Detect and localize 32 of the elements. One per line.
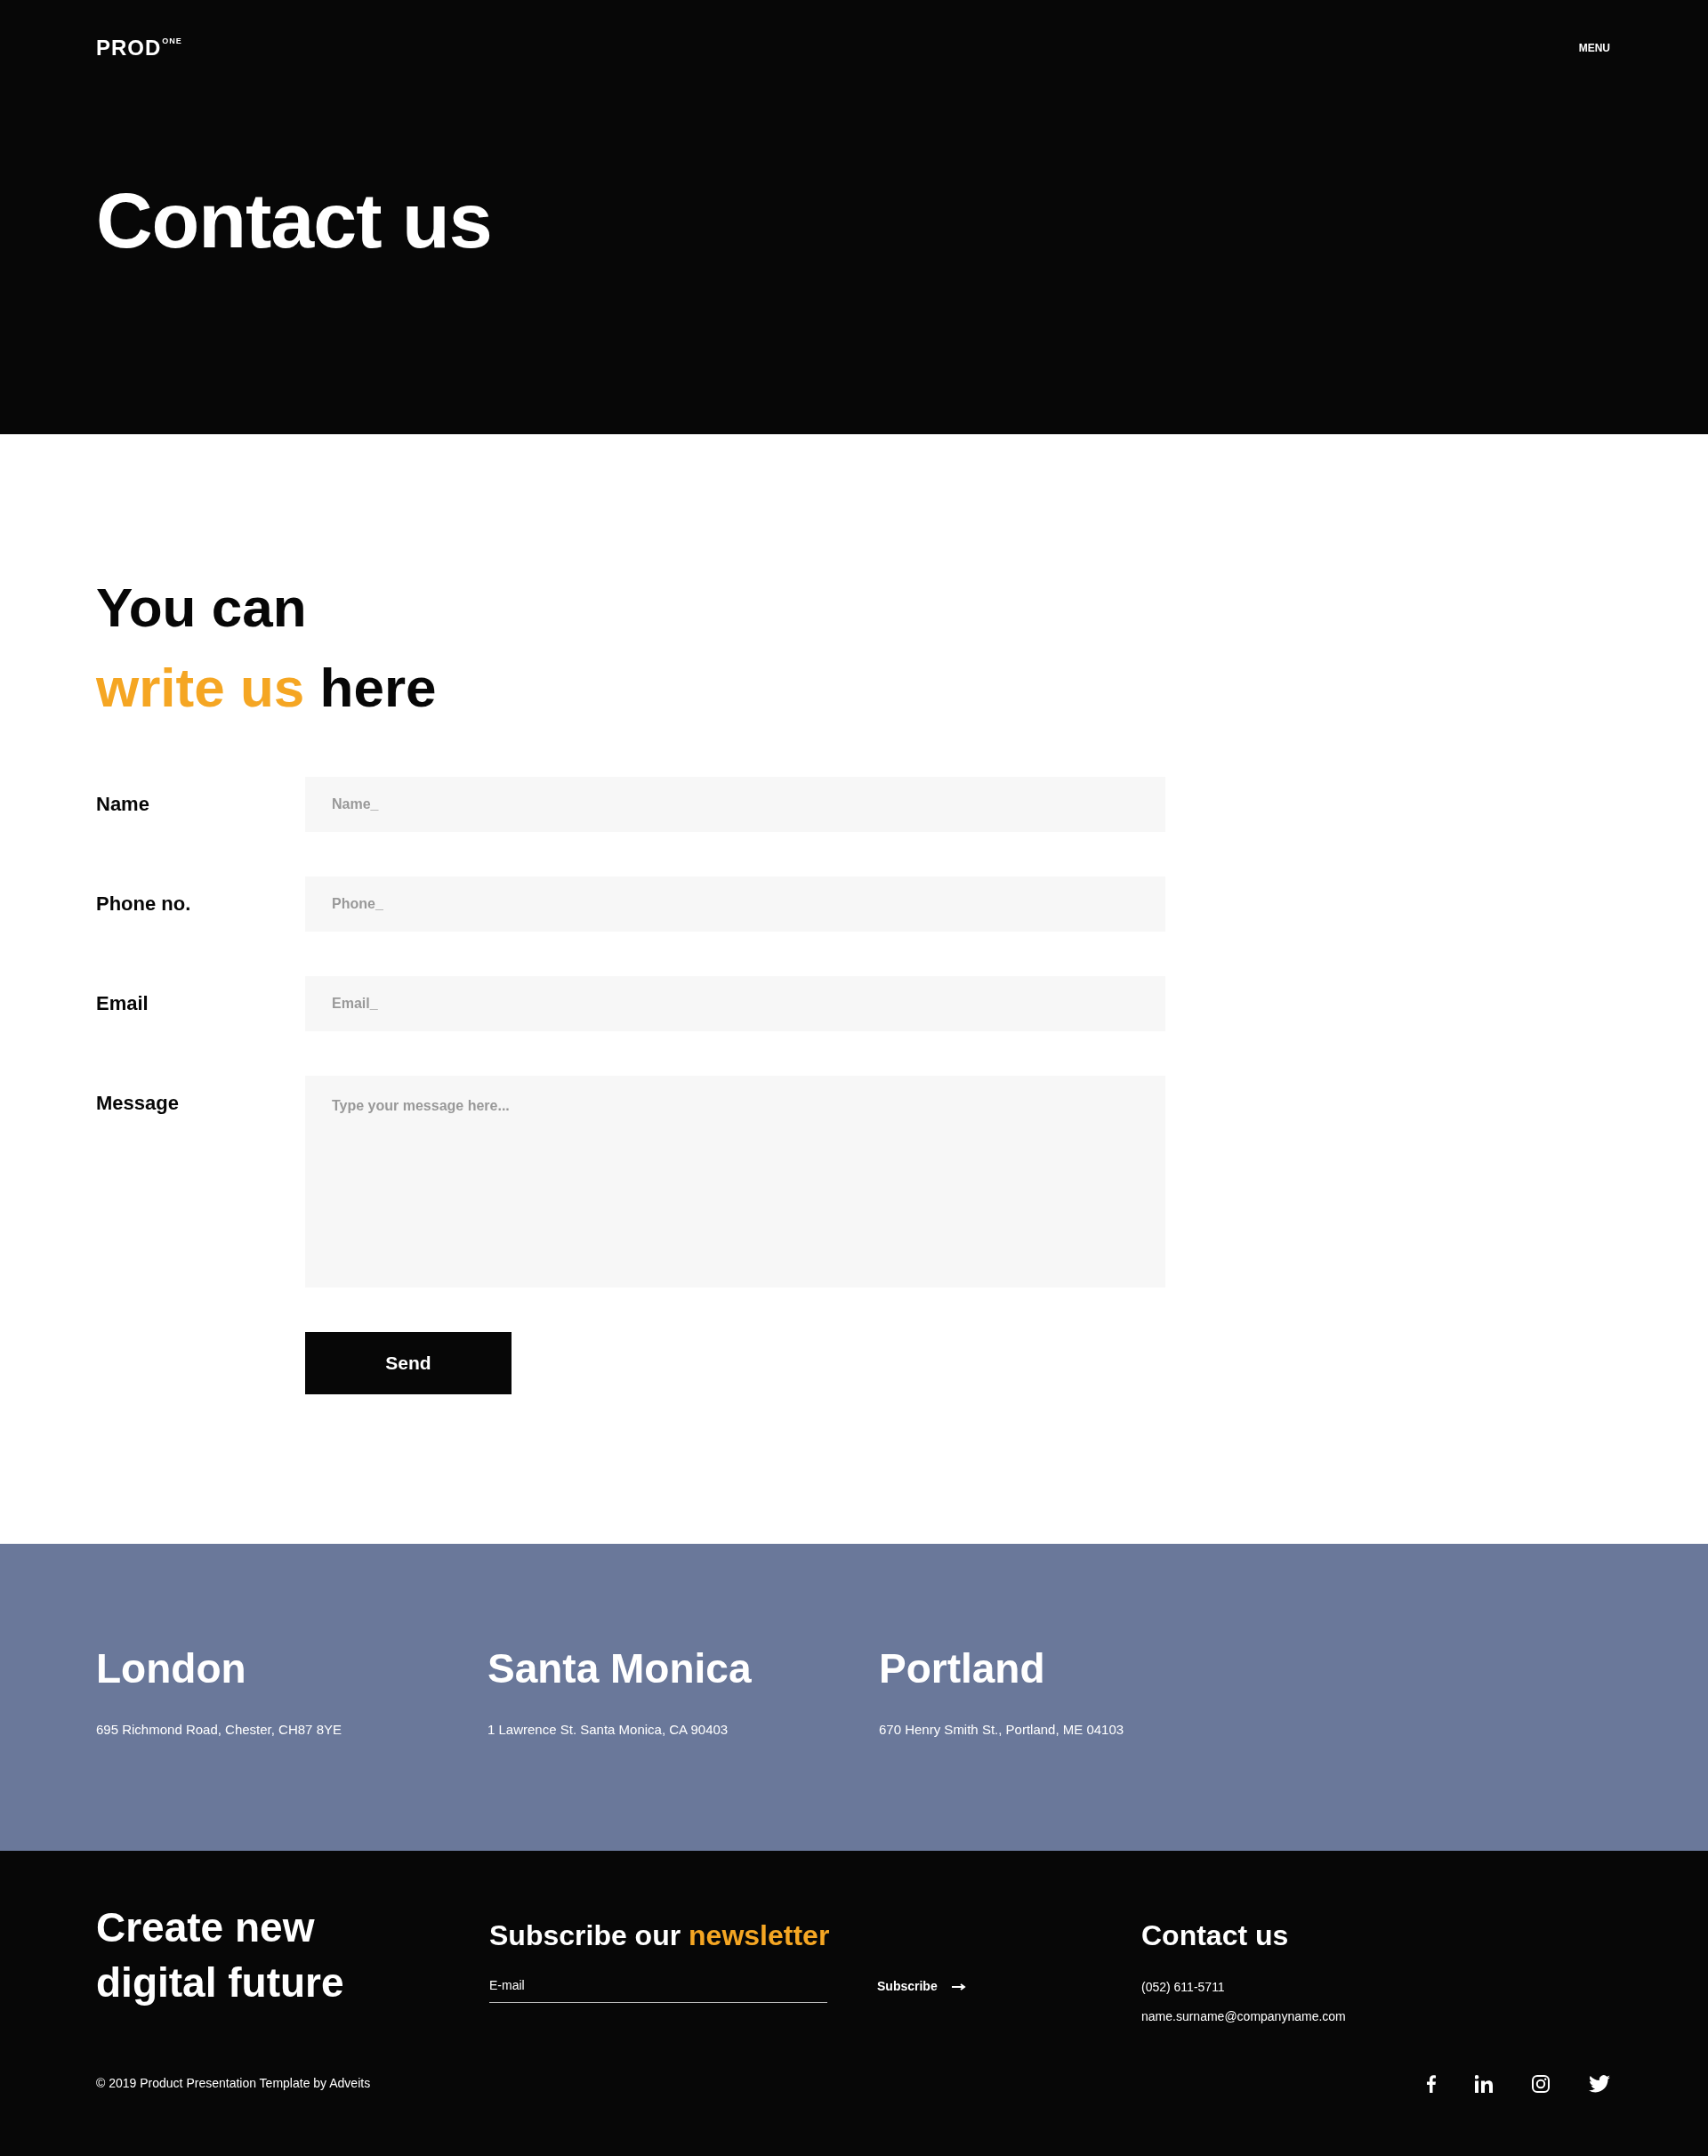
- linkedin-icon[interactable]: [1475, 2072, 1493, 2094]
- city-name: Portland: [879, 1646, 1046, 1692]
- section-heading: You can write us here: [96, 576, 438, 720]
- arrow-icon: [951, 1982, 966, 1990]
- phone-text: (052) 611-5711: [1141, 1979, 1226, 1996]
- newsletter-heading: Subscribe our newsletter: [489, 1918, 831, 1953]
- address-text: 670 Henry Smith St., Portland, ME 04103: [879, 1720, 1124, 1739]
- input-field[interactable]: Email_: [305, 975, 1165, 1031]
- field-label: Phone no.: [96, 891, 192, 917]
- input-field[interactable]: Phone_: [305, 876, 1165, 932]
- newsletter-field[interactable]: E-mail: [489, 1973, 827, 2003]
- footer-slogan: Create new digital future: [96, 1903, 345, 2008]
- subscribe-button[interactable]: Subscribe: [877, 1977, 966, 1996]
- city-name: Santa Monica: [487, 1646, 753, 1692]
- page-title: Contact us: [96, 182, 493, 260]
- city-name: London: [96, 1646, 247, 1692]
- instagram-icon[interactable]: [1532, 2072, 1550, 2094]
- message-field[interactable]: Type your message here...: [305, 1075, 1165, 1288]
- field-label: Email: [96, 990, 149, 1016]
- send-button[interactable]: Send: [305, 1331, 512, 1394]
- logo[interactable]: PROD$^{ONE}$: [96, 32, 182, 64]
- address-text: 695 Richmond Road, Chester, CH87 8YE: [96, 1720, 342, 1739]
- twitter-icon[interactable]: [1589, 2072, 1610, 2094]
- field-label: Name: [96, 791, 150, 817]
- facebook-icon[interactable]: [1427, 2072, 1436, 2094]
- contact-heading: Contact us: [1141, 1918, 1290, 1953]
- menu-link[interactable]: MENU: [1578, 40, 1610, 56]
- email-text: name.surname@companyname.com: [1141, 2008, 1346, 2025]
- input-field[interactable]: Name_: [305, 776, 1165, 832]
- copyright-text: © 2019 Product Presentation Template by Adveits: [96, 2074, 371, 2092]
- field-label: Message: [96, 1090, 180, 1116]
- address-text: 1 Lawrence St. Santa Monica, CA 90403: [487, 1720, 729, 1739]
